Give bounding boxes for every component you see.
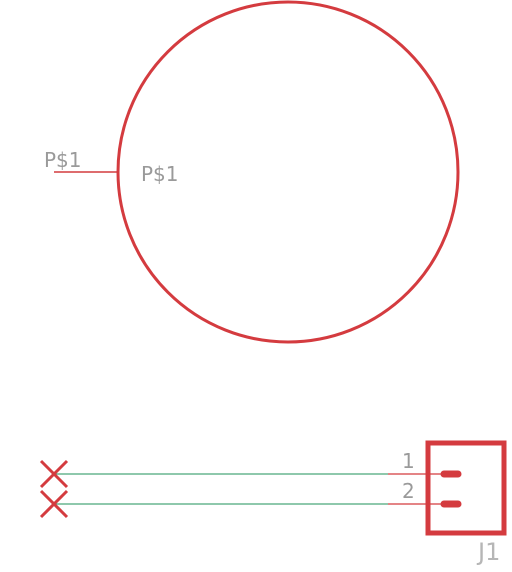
pin-label-outer: P$1 bbox=[44, 148, 82, 172]
pin-number-2: 2 bbox=[402, 479, 415, 503]
circle-component[interactable]: P$1 P$1 bbox=[44, 0, 460, 344]
schematic-svg: P$1 P$1 1 2 J1 bbox=[39, 0, 507, 566]
connector-j1[interactable] bbox=[425, 440, 507, 536]
pin-label-inner: P$1 bbox=[141, 162, 179, 186]
connector-designator: J1 bbox=[476, 538, 500, 566]
connector-body bbox=[425, 440, 507, 536]
pin-number-1: 1 bbox=[402, 449, 415, 473]
connector-wires bbox=[54, 473, 444, 505]
schematic-canvas: P$1 P$1 1 2 J1 bbox=[0, 0, 512, 572]
